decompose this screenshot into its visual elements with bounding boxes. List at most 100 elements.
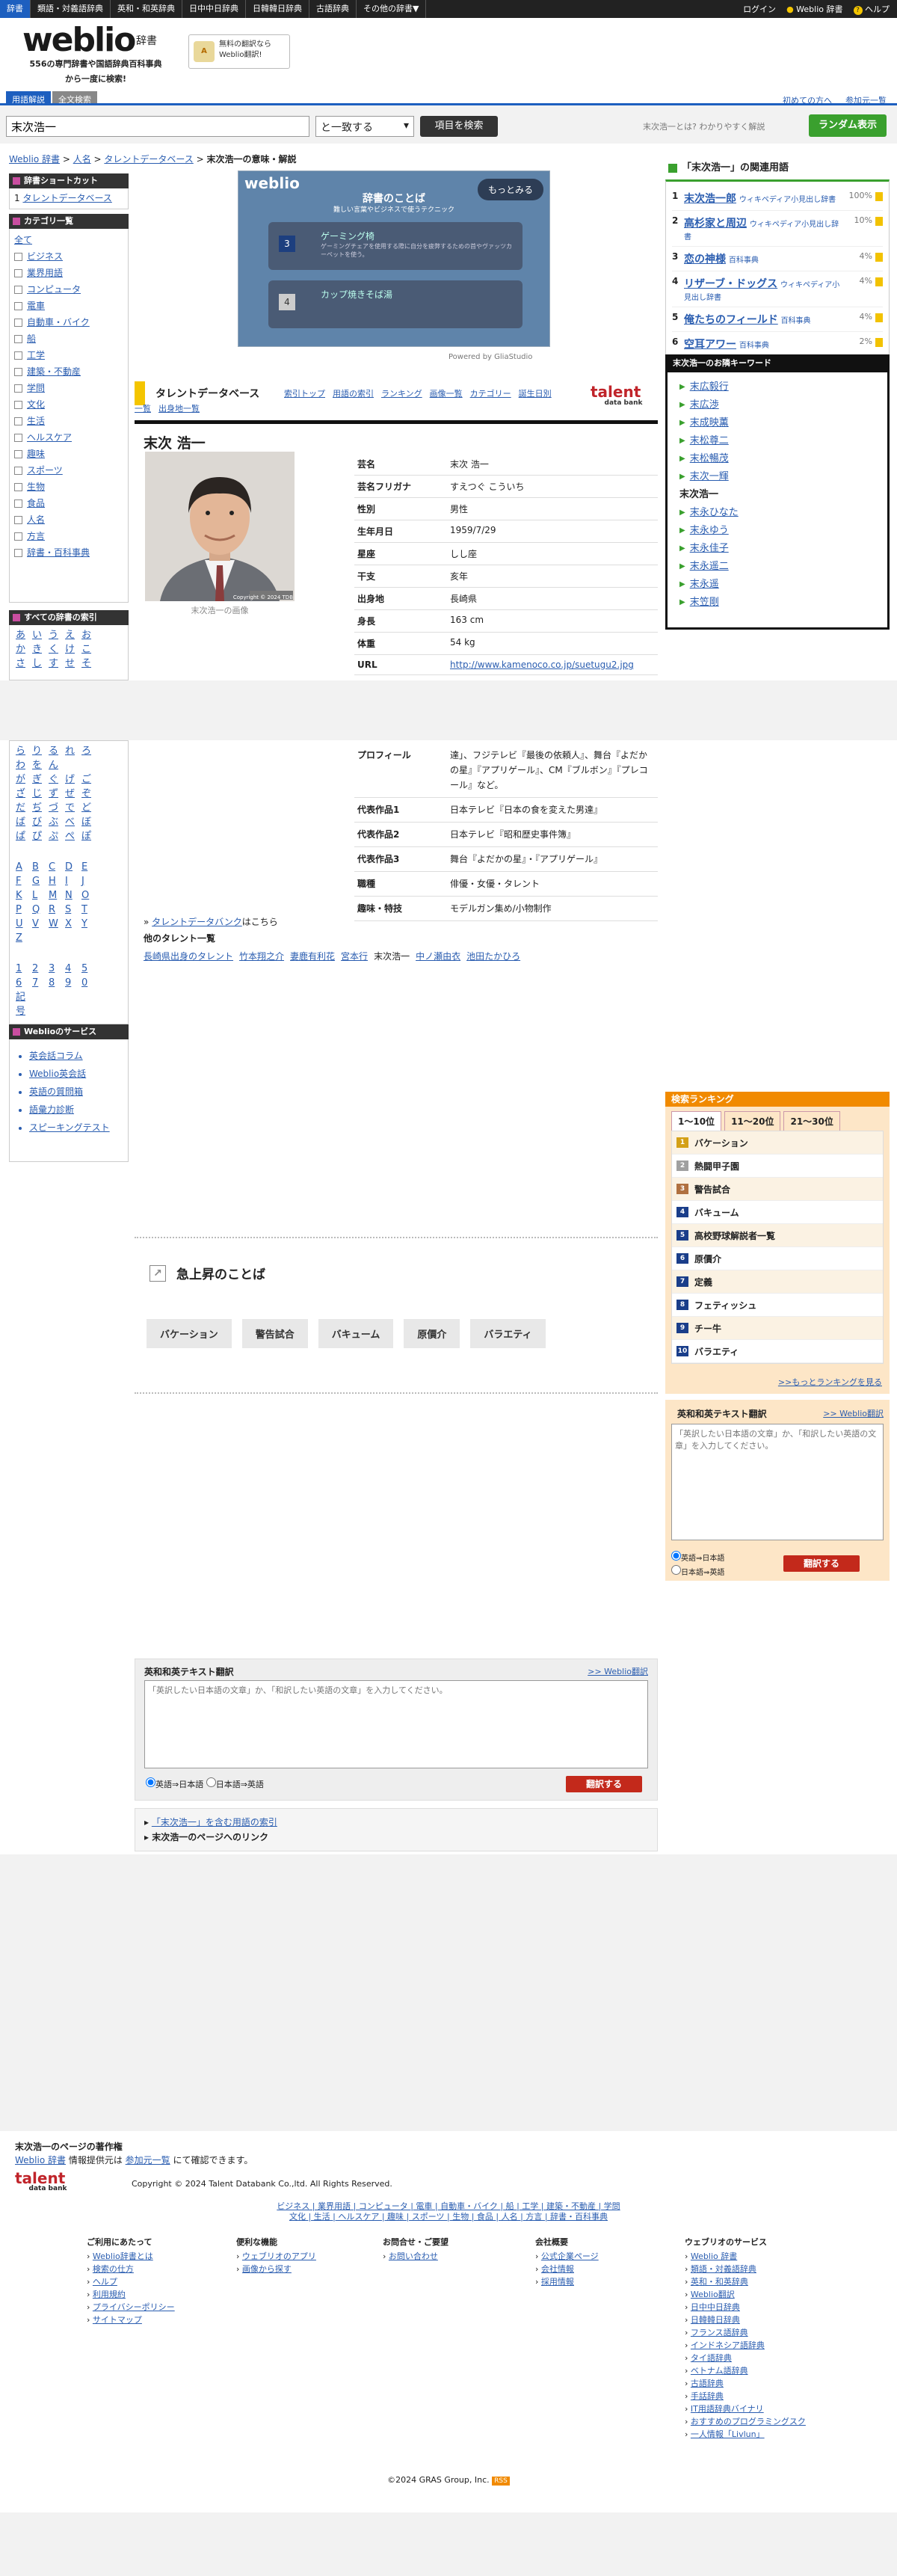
nav-chinese[interactable]: 日中中日辞典	[182, 0, 246, 18]
checkbox-icon[interactable]	[14, 532, 22, 541]
other-talent-link[interactable]: 妻鹿有利花	[290, 950, 335, 962]
category-item[interactable]: 工学	[14, 347, 123, 363]
checkbox-icon[interactable]	[14, 548, 22, 557]
footer-link-row[interactable]: › 一人情報「Livlun」	[685, 2428, 806, 2441]
related-term-link[interactable]: 俺たちのフィールド	[684, 314, 778, 326]
other-talent-link[interactable]: 竹本翔之介	[239, 950, 284, 962]
kana-link[interactable]: だ	[16, 801, 32, 815]
ranking-row[interactable]: 1 バケーション	[672, 1131, 883, 1155]
alpha-link[interactable]: I	[65, 874, 81, 888]
alpha-link[interactable]: O	[81, 888, 98, 903]
kana-link[interactable]: ご	[81, 772, 98, 787]
category-item[interactable]: 生活	[14, 413, 123, 429]
number-link[interactable]: 3	[49, 962, 65, 976]
kana-link[interactable]: い	[32, 628, 49, 642]
kana-link[interactable]: し	[32, 657, 49, 671]
alpha-link[interactable]: B	[32, 860, 49, 874]
rising-word-chip[interactable]: バラエティ	[470, 1319, 546, 1348]
number-link[interactable]: 8	[49, 976, 65, 990]
rising-word-chip[interactable]: 警告試合	[241, 1319, 308, 1348]
alpha-link[interactable]: G	[32, 874, 49, 888]
nav-dictionary[interactable]: 辞書	[0, 0, 31, 18]
ranking-row[interactable]: 9 チー牛	[672, 1317, 883, 1340]
kana-link[interactable]: ぽ	[81, 829, 98, 843]
keyword-item[interactable]: ▶ 末成映薫	[679, 414, 875, 432]
alpha-link[interactable]: R	[49, 903, 65, 917]
side-translate-button[interactable]: 翻訳する	[783, 1555, 860, 1572]
related-term-row[interactable]: 5 俺たちのフィールド 百科事典 4%	[672, 307, 883, 332]
footer-link-row[interactable]: › おすすめのプログラミングスク	[685, 2415, 806, 2428]
ad-card-1[interactable]: 3 ゲーミング椅 ゲーミングチェアを使用する際に自分を疲弊するための首やヴァッツカー…	[268, 222, 523, 270]
kana-link[interactable]: る	[49, 744, 65, 758]
weblio-home-link[interactable]: ● Weblio 辞書	[786, 3, 842, 15]
number-link[interactable]: 記号	[16, 990, 32, 1018]
number-link[interactable]: 5	[81, 962, 98, 976]
match-select[interactable]: と一致する ▾	[315, 116, 414, 137]
copyright-sources-link[interactable]: 参加元一覧	[126, 2155, 170, 2165]
tdb-nav-link[interactable]: 用語の索引	[333, 387, 374, 399]
number-link[interactable]: 1	[16, 962, 32, 976]
search-input[interactable]	[6, 116, 309, 137]
keyword-item[interactable]: ▶ 末広毅行	[679, 378, 875, 396]
footer-link-row[interactable]: › ヘルプ	[87, 2275, 175, 2288]
side-weblio-translate-link[interactable]: >> Weblio翻訳	[823, 1407, 884, 1419]
kana-link[interactable]: ぎ	[32, 772, 49, 787]
index-link[interactable]: 「末次浩一」を含む用語の索引	[152, 1817, 277, 1828]
kana-link[interactable]: あ	[16, 628, 32, 642]
alpha-link[interactable]: P	[16, 903, 32, 917]
related-term-link[interactable]: リザーブ・ドッグス	[684, 278, 777, 290]
keyword-item[interactable]: ▶ 末永遥二	[679, 558, 875, 576]
checkbox-icon[interactable]	[14, 515, 22, 524]
alpha-link[interactable]: C	[49, 860, 65, 874]
rss-icon[interactable]: RSS	[492, 2477, 510, 2486]
tdb-nav-link[interactable]: 索引トップ	[284, 387, 325, 399]
alpha-link[interactable]: U	[16, 917, 32, 931]
footer-link-row[interactable]: › プライバシーポリシー	[87, 2301, 175, 2314]
kana-link[interactable]: こ	[81, 642, 98, 657]
number-link[interactable]: 6	[16, 976, 32, 990]
kana-link[interactable]: そ	[81, 657, 98, 671]
kana-link[interactable]: ぶ	[49, 815, 65, 829]
ranking-tab[interactable]: 21〜30位	[783, 1111, 840, 1131]
kana-link[interactable]: く	[49, 642, 65, 657]
ranking-tab[interactable]: 11〜20位	[724, 1111, 781, 1131]
related-term-row[interactable]: 1 末次浩一郎 ウィキペディア小見出し辞書 100%	[672, 186, 883, 211]
kana-link[interactable]: ぷ	[49, 829, 65, 843]
kana-link[interactable]: が	[16, 772, 32, 787]
ranking-row[interactable]: 2 熱闘甲子園	[672, 1155, 883, 1178]
checkbox-icon[interactable]	[14, 285, 22, 294]
category-item[interactable]: 電車	[14, 298, 123, 314]
breadcrumb-tdb[interactable]: タレントデータベース	[104, 154, 193, 165]
keyword-item[interactable]: ▶ 末永ゆう	[679, 522, 875, 540]
checkbox-icon[interactable]	[14, 301, 22, 310]
keyword-item[interactable]: ▶ 末永遥	[679, 576, 875, 594]
category-item[interactable]: 学問	[14, 380, 123, 396]
kana-link[interactable]: ず	[49, 787, 65, 801]
alpha-link[interactable]: E	[81, 860, 98, 874]
related-term-row[interactable]: 4 リザーブ・ドッグス ウィキペディア小見出し辞書 4%	[672, 271, 883, 307]
category-item[interactable]: 辞書・百科事典	[14, 544, 123, 561]
kana-link[interactable]: ぺ	[65, 829, 81, 843]
footer-link-row[interactable]: › 公式企業ページ	[535, 2250, 599, 2263]
footer-link-row[interactable]: › Weblio 辞書	[685, 2250, 806, 2263]
checkbox-icon[interactable]	[14, 367, 22, 376]
category-item[interactable]: 建築・不動産	[14, 363, 123, 380]
kana-link[interactable]: で	[65, 801, 81, 815]
kana-link[interactable]: れ	[65, 744, 81, 758]
side-radio-ja-en-input[interactable]	[671, 1565, 681, 1575]
number-link[interactable]: 7	[32, 976, 49, 990]
ranking-row[interactable]: 10 バラエティ	[672, 1340, 883, 1363]
footer-talent-logo[interactable]: talent data bank	[15, 2171, 81, 2192]
radio-en-ja-input[interactable]	[146, 1777, 155, 1787]
number-link[interactable]: 4	[65, 962, 81, 976]
service-link[interactable]: 英会話コラム	[29, 1047, 120, 1065]
weblio-translate-link[interactable]: >> Weblio翻訳	[588, 1665, 648, 1677]
footer-link-row[interactable]: › IT用語辞典バイナリ	[685, 2403, 806, 2415]
kana-link[interactable]: ぞ	[81, 787, 98, 801]
talent-databank-logo[interactable]: talent data bank	[591, 384, 656, 407]
keyword-item[interactable]: ▶ 末永佳子	[679, 540, 875, 558]
translate-textarea[interactable]	[144, 1680, 648, 1768]
footer-link-row[interactable]: › 手話辞典	[685, 2390, 806, 2403]
help-link[interactable]: ? ヘルプ	[853, 3, 890, 15]
kana-link[interactable]: ぱ	[16, 829, 32, 843]
